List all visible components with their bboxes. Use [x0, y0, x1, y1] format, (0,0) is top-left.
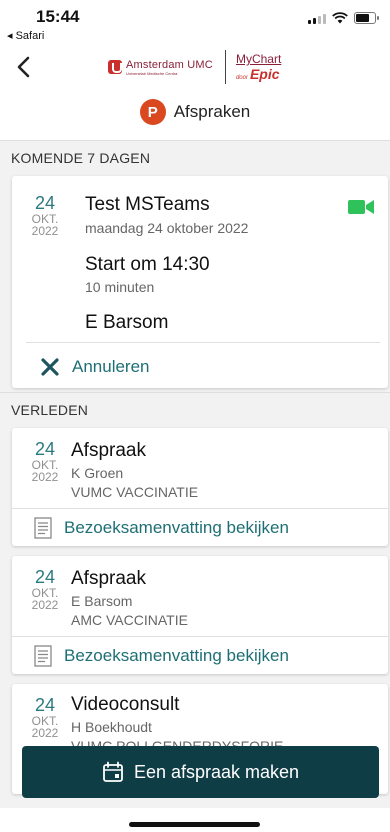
- back-to-app-link[interactable]: ◂ Safari: [7, 29, 44, 42]
- appointment-date: 24 OKT. 2022: [18, 440, 72, 484]
- logos: Amsterdam UMC Universitair Medische Cent…: [108, 50, 281, 84]
- appointment-provider: H Boekhoudt: [71, 719, 152, 735]
- cancel-label: Annuleren: [72, 357, 150, 376]
- home-indicator[interactable]: [129, 822, 260, 827]
- card-divider: [26, 342, 380, 343]
- appointment-start: Start om 14:30: [85, 254, 210, 275]
- appointment-date: 24 OKT. 2022: [18, 194, 72, 238]
- cancel-button[interactable]: Annuleren: [12, 352, 388, 382]
- status-time: 15:44: [36, 7, 80, 26]
- logo-divider: [224, 50, 226, 84]
- date-year: 2022: [31, 598, 59, 613]
- date-year: 2022: [31, 224, 59, 239]
- bottom-bar: [0, 808, 390, 832]
- umc-logo-name: Amsterdam UMC: [126, 58, 213, 71]
- appointment-title: Afspraak: [71, 568, 146, 589]
- video-camera-icon[interactable]: [348, 199, 374, 215]
- make-appointment-button[interactable]: Een afspraak maken: [22, 746, 379, 798]
- make-appointment-label: Een afspraak maken: [133, 761, 300, 782]
- page-title: Afspraken: [173, 102, 251, 121]
- appointments-badge-icon: P: [139, 99, 166, 125]
- card-divider: [12, 508, 388, 509]
- view-visit-summary-label: Bezoeksamenvatting bekijken: [64, 646, 289, 665]
- appointment-provider: E Barsom: [85, 312, 169, 333]
- status-bar: 15:44 ◂ Safari: [0, 0, 390, 44]
- document-icon: [34, 645, 52, 667]
- close-icon: [41, 358, 59, 376]
- date-day: 24: [34, 567, 56, 587]
- page-title-row: P Afspraken: [0, 99, 390, 125]
- appointment-duration: 10 minuten: [85, 279, 155, 295]
- date-day: 24: [34, 439, 56, 459]
- section-header-upcoming: KOMENDE 7 DAGEN: [0, 140, 390, 174]
- umc-mark-icon: [108, 60, 122, 74]
- wifi-icon: [332, 12, 348, 24]
- view-visit-summary-button[interactable]: Bezoeksamenvatting bekijken: [12, 641, 388, 671]
- date-day: 24: [34, 193, 56, 213]
- umc-logo-sub: Universitair Medische Centra: [126, 70, 178, 76]
- appointment-title: Afspraak: [71, 440, 146, 461]
- date-year: 2022: [31, 726, 59, 741]
- appointment-provider: E Barsom: [71, 593, 133, 609]
- appointment-title: Test MSTeams: [85, 194, 210, 215]
- appointment-department: VUMC VACCINATIE: [71, 484, 199, 500]
- appointment-card-past[interactable]: 24 OKT. 2022 Afspraak K Groen VUMC VACCI…: [12, 428, 388, 546]
- appointment-date: 24 OKT. 2022: [18, 696, 72, 740]
- view-visit-summary-button[interactable]: Bezoeksamenvatting bekijken: [12, 513, 388, 543]
- document-icon: [34, 517, 52, 539]
- date-year: 2022: [31, 470, 59, 485]
- mychart-logo-name: MyChart: [235, 52, 282, 66]
- mychart-logo: MyChart door Epic: [236, 53, 281, 81]
- epic-logo: Epic: [249, 66, 280, 82]
- appointment-title: Videoconsult: [71, 694, 180, 715]
- appointment-department: AMC VACCINATIE: [71, 612, 188, 628]
- card-divider: [12, 636, 388, 637]
- view-visit-summary-label: Bezoeksamenvatting bekijken: [64, 518, 289, 537]
- section-header-past: VERLEDEN: [0, 392, 390, 426]
- signal-icon: [308, 12, 326, 24]
- app-header: Amsterdam UMC Universitair Medische Cent…: [0, 44, 390, 140]
- battery-icon: [354, 12, 379, 24]
- chevron-left-icon[interactable]: [12, 52, 36, 82]
- appointment-card-upcoming[interactable]: 24 OKT. 2022 Test MSTeams maandag 24 okt…: [12, 176, 388, 388]
- calendar-icon: [103, 761, 123, 782]
- amsterdam-umc-logo: Amsterdam UMC Universitair Medische Cent…: [108, 59, 213, 76]
- appointment-date-text: maandag 24 oktober 2022: [85, 220, 249, 236]
- appointment-card-past[interactable]: 24 OKT. 2022 Afspraak E Barsom AMC VACCI…: [12, 556, 388, 674]
- date-day: 24: [34, 695, 56, 715]
- mychart-logo-door: door: [235, 75, 248, 81]
- appointment-provider: K Groen: [71, 465, 124, 481]
- status-icons: [308, 12, 379, 24]
- appointment-date: 24 OKT. 2022: [18, 568, 72, 612]
